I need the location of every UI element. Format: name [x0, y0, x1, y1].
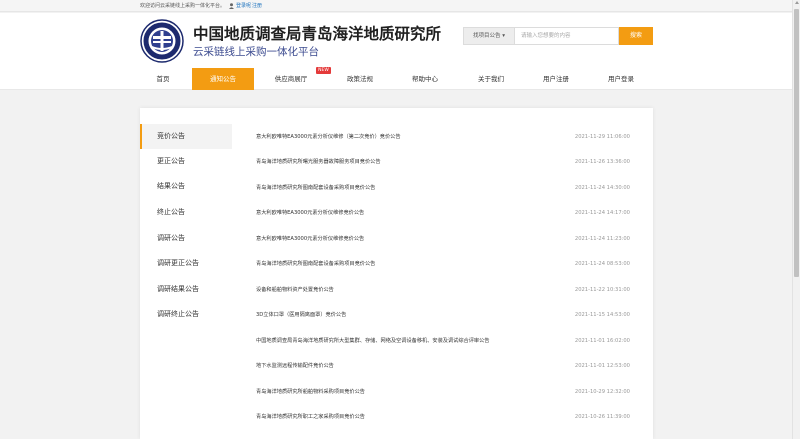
search-input[interactable]: [515, 27, 619, 45]
user-icon: [229, 3, 234, 9]
main-nav: 首页 通知公告 供应商展厅 NEW 政策法规 帮助中心 关于我们 用户注册 用户…: [0, 67, 792, 90]
login-link[interactable]: 登录呢: [236, 0, 251, 12]
list-item[interactable]: 3D立体口罩（医用隔离面罩）竞价公告 2021-11-15 14:53:00: [256, 309, 630, 321]
list-item[interactable]: 意大利欧唯特EA3000元素分析仪维修竞价公告 2021-11-24 11:23:…: [256, 233, 630, 245]
notice-title[interactable]: 意大利欧唯特EA3000元素分析仪维修（第二次竞价）竞价公告: [256, 131, 401, 143]
header: 中国地质调查局青岛海洋地质研究所 云采链线上采购一体化平台 找项目公告 ▾ 搜索: [0, 13, 792, 68]
notice-date: 2021-10-26 11:39:00: [574, 414, 630, 420]
page-scrollbar[interactable]: [792, 0, 800, 439]
notice-date: 2021-11-26 13:36:00: [574, 159, 630, 165]
scroll-thumb[interactable]: [794, 9, 799, 277]
notice-title[interactable]: 青岛海洋地质研究所职工之家采购项目竞价公告: [256, 411, 365, 423]
nav-help[interactable]: 帮助中心: [394, 68, 456, 90]
search-type-select[interactable]: 找项目公告 ▾: [463, 27, 515, 45]
list-item[interactable]: 设备和船舶物料资产处置竞价公告 2021-11-22 10:31:00: [256, 284, 630, 296]
sidebar-item-survey-termination[interactable]: 调研终止公告: [140, 302, 232, 327]
list-item[interactable]: 青岛海洋地质研究所船舶物料采购项目竞价公告 2021-10-29 12:32:00: [256, 386, 630, 398]
nav-supplier-hall[interactable]: 供应商展厅: [260, 68, 322, 90]
top-bar: 欢迎访问云采链线上采购一体化平台。 登录呢 注册: [0, 0, 792, 12]
register-link[interactable]: 注册: [252, 0, 262, 12]
notice-date: 2021-11-15 14:53:00: [574, 312, 630, 318]
list-item[interactable]: 中国地质调查局青岛海洋地质研究所大型集群、存储、网络及空调设备移机、安装及调试综…: [256, 335, 630, 347]
notice-title[interactable]: 中国地质调查局青岛海洋地质研究所大型集群、存储、网络及空调设备移机、安装及调试综…: [256, 335, 489, 347]
list-item[interactable]: 意大利欧唯特EA3000元素分析仪维修（第二次竞价）竞价公告 2021-11-29…: [256, 131, 630, 143]
sidebar-item-result[interactable]: 结果公告: [140, 174, 232, 199]
institute-logo: [140, 19, 184, 63]
sidebar-item-survey[interactable]: 调研公告: [140, 226, 232, 251]
notice-title[interactable]: 意大利欧唯特EA3000元素分析仪维修竞价公告: [256, 233, 364, 245]
platform-subtitle: 云采链线上采购一体化平台: [193, 46, 319, 58]
notice-date: 2021-11-01 16:02:00: [574, 338, 630, 344]
list-item[interactable]: 意大利欧唯特EA3000元素分析仪维修竞价公告 2021-11-24 14:17:…: [256, 207, 630, 219]
sidebar-item-survey-correction[interactable]: 调研更正公告: [140, 251, 232, 276]
notice-date: 2021-11-29 11:06:00: [574, 134, 630, 140]
list-item[interactable]: 青岛海洋地质研究所职工之家采购项目竞价公告 2021-10-26 11:39:00: [256, 411, 630, 423]
notice-title[interactable]: 设备和船舶物料资产处置竞价公告: [256, 284, 334, 296]
org-title: 中国地质调查局青岛海洋地质研究所: [193, 25, 442, 43]
notice-title[interactable]: 地下水监测远程传输配件竞价公告: [256, 360, 334, 372]
nav-home[interactable]: 首页: [132, 68, 194, 90]
notice-title[interactable]: 青岛海洋地质研究所船舶物料采购项目竞价公告: [256, 386, 365, 398]
notice-date: 2021-11-24 14:17:00: [574, 210, 630, 216]
sidebar-item-bidding[interactable]: 竞价公告: [140, 124, 232, 149]
notice-title[interactable]: 青岛海洋地质研究所曙光服务器故障服务项目竞价公告: [256, 156, 381, 168]
list-item[interactable]: 青岛海洋地质研究所曙光服务器故障服务项目竞价公告 2021-11-26 13:36…: [256, 156, 630, 168]
list-item[interactable]: 青岛海洋地质研究所图南配套设备采购项目竞价公告 2021-11-24 14:30:…: [256, 182, 630, 194]
notice-date: 2021-11-22 10:31:00: [574, 287, 630, 293]
search-button[interactable]: 搜索: [619, 27, 653, 45]
notice-date: 2021-11-24 11:23:00: [574, 236, 630, 242]
sidebar-item-correction[interactable]: 更正公告: [140, 149, 232, 174]
sidebar-item-survey-result[interactable]: 调研结果公告: [140, 277, 232, 302]
sidebar-item-termination[interactable]: 终止公告: [140, 200, 232, 225]
list-item[interactable]: 地下水监测远程传输配件竞价公告 2021-11-01 12:53:00: [256, 360, 630, 372]
notice-date: 2021-11-24 08:53:00: [574, 261, 630, 267]
scroll-up-arrow-icon[interactable]: [795, 1, 799, 4]
welcome-text: 欢迎访问云采链线上采购一体化平台。: [140, 3, 226, 9]
notice-date: 2021-11-24 14:30:00: [574, 185, 630, 191]
notice-title[interactable]: 青岛海洋地质研究所图南配套设备采购项目竞价公告: [256, 182, 375, 194]
nav-login[interactable]: 用户登录: [590, 68, 652, 90]
notice-title[interactable]: 3D立体口罩（医用隔离面罩）竞价公告: [256, 309, 346, 321]
nav-policies[interactable]: 政策法规: [329, 68, 391, 90]
nav-register[interactable]: 用户注册: [525, 68, 587, 90]
nav-notices[interactable]: 通知公告: [192, 68, 254, 90]
notice-title[interactable]: 青岛海洋地质研究所图南配套设备采购项目竞价公告: [256, 258, 375, 270]
nav-about[interactable]: 关于我们: [460, 68, 522, 90]
notice-title[interactable]: 意大利欧唯特EA3000元素分析仪维修竞价公告: [256, 207, 364, 219]
list-item[interactable]: 青岛海洋地质研究所图南配套设备采购项目竞价公告 2021-11-24 08:53:…: [256, 258, 630, 270]
notice-date: 2021-11-01 12:53:00: [574, 363, 630, 369]
notice-date: 2021-10-29 12:32:00: [574, 389, 630, 395]
